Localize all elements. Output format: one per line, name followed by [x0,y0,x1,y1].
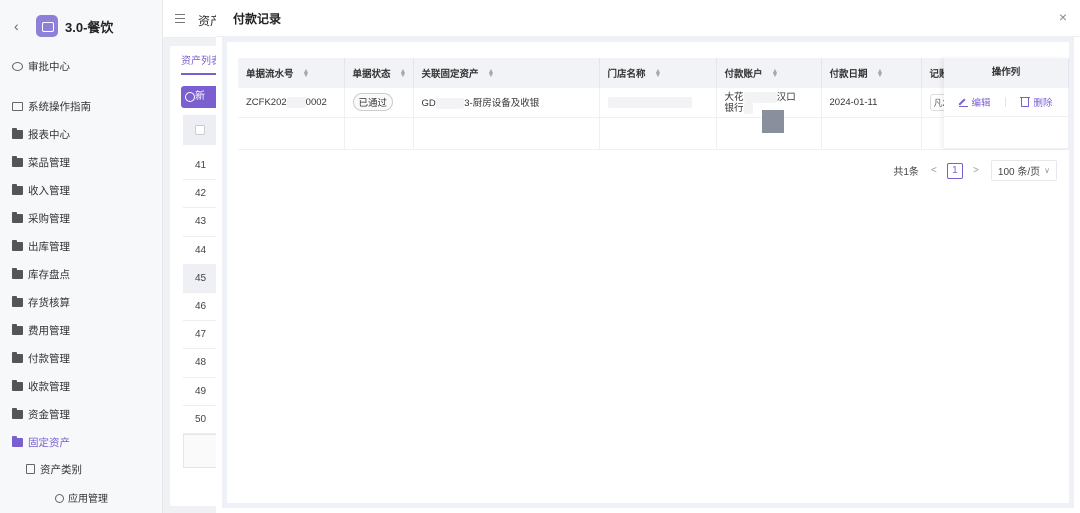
brand: ‹ 3.0-餐饮 [0,0,162,52]
page-number-current[interactable]: 1 [946,162,963,179]
table-row[interactable]: 48 [183,349,220,378]
sidebar-item-reports[interactable]: 报表中心 [0,120,162,148]
folder-icon [12,239,23,251]
app-logo-icon [36,15,58,37]
sidebar-item-costing[interactable]: 存货核算 [0,288,162,316]
sort-icon[interactable]: ▲ ▼ [303,68,310,79]
sidebar-item-fixed-assets[interactable]: 固定资产 [0,428,162,456]
column-header-status[interactable]: 单据状态 ▲ ▼ [344,58,414,88]
pencil-icon [959,98,969,107]
table-row[interactable]: 46 [183,293,220,322]
modal-header: 付款记录 × [216,0,1080,37]
cell-date: 2024-01-11 [821,88,922,118]
sidebar-item-outbound[interactable]: 出库管理 [0,232,162,260]
pagination: 共1条 < 1 > 100 条/页 ∨ [893,160,1057,181]
sort-icon[interactable]: ▲ ▼ [655,68,662,79]
folder-icon [12,127,23,139]
folder-icon [12,267,23,279]
app-title: 3.0-餐饮 [65,19,114,35]
table-row[interactable]: 42 [183,180,220,209]
chevron-down-icon: ∨ [1044,166,1050,175]
cell-status: 已通过 [344,88,414,118]
status-badge: 已通过 [352,93,394,112]
document-icon [26,464,35,474]
sidebar-item-payment[interactable]: 付款管理 [0,344,162,372]
sidebar-item-inventory[interactable]: 库存盘点 [0,260,162,288]
sidebar-item-receipt[interactable]: 收款管理 [0,372,162,400]
row-actions: 编辑 删除 [944,88,1068,117]
background-table-footer [183,434,220,468]
close-icon[interactable]: × [1056,10,1070,24]
sidebar-item-purchase[interactable]: 采购管理 [0,204,162,232]
table-row[interactable]: 50 [183,406,220,434]
user-icon [12,61,23,71]
folder-icon [12,183,23,195]
table-row[interactable]: 41 [183,152,220,181]
page-size-select[interactable]: 100 条/页 ∨ [990,160,1057,181]
divider [1005,97,1007,107]
folder-icon [12,351,23,363]
sidebar-item-guide[interactable]: 系统操作指南 [0,92,162,120]
sidebar-subitem-asset-category[interactable]: 资产类别 [0,456,162,482]
table-row[interactable]: 49 [183,378,220,406]
redaction-block [762,110,784,133]
sort-icon[interactable]: ▲ ▼ [400,68,407,79]
gear-icon [55,494,64,503]
cell-asset: GDxxxxxx3-厨房设备及收银 [413,88,600,118]
modal-title: 付款记录 [233,11,282,26]
edit-button[interactable]: 编辑 [959,95,991,109]
column-header-store[interactable]: 门店名称 ▲ ▼ [599,58,717,88]
new-button[interactable]: 新 [181,86,221,108]
table-row[interactable]: 47 [183,321,220,350]
folder-icon [12,211,23,223]
payment-table: 单据流水号 ▲ ▼ 单据状态 ▲ ▼ 关联固定资产 ▲ ▼ 门店名称 ▲ ▼ 付款账户 ▲ ▼ 付款… [238,58,1069,150]
cell-store [599,88,717,118]
payment-records-modal: 付款记录 × 单据流水号 ▲ ▼ 单据状态 ▲ ▼ 关联固定资产 ▲ ▼ 门店名称 ▲ ▼ 付款 [216,0,1080,513]
sort-icon[interactable]: ▲ ▼ [877,68,884,79]
column-header-account[interactable]: 付款账户 ▲ ▼ [716,58,822,88]
folder-icon [12,155,23,167]
folder-icon [12,323,23,335]
next-page-button[interactable]: > [969,165,983,176]
sidebar: ‹ 3.0-餐饮 审批中心 系统操作指南 报表中心 菜品管理 收入管理 采购管理… [0,0,163,513]
sidebar-item-income[interactable]: 收入管理 [0,176,162,204]
select-all-checkbox[interactable] [195,125,205,135]
folder-open-icon [12,435,23,447]
column-header-serial[interactable]: 单据流水号 ▲ ▼ [238,58,345,88]
menu-collapse-icon[interactable] [175,14,185,23]
operations-column: 操作列 编辑 删除 [944,58,1068,149]
sidebar-item-app-management[interactable]: 应用管理 [0,490,163,505]
table-row[interactable]: 43 [183,208,220,237]
sidebar-item-funds[interactable]: 资金管理 [0,400,162,428]
delete-button[interactable]: 删除 [1020,95,1052,109]
table-row[interactable]: 44 [183,237,220,265]
back-arrow-icon[interactable]: ‹ [14,18,30,34]
pagination-total: 共1条 [893,167,919,178]
sidebar-item-dishes[interactable]: 菜品管理 [0,148,162,176]
trash-icon [1020,96,1031,107]
background-table-header [183,115,220,145]
background-table-rows: 41 42 43 44 45 46 47 48 49 50 [183,152,220,434]
modal-content: 单据流水号 ▲ ▼ 单据状态 ▲ ▼ 关联固定资产 ▲ ▼ 门店名称 ▲ ▼ 付款账户 ▲ ▼ 付款… [227,42,1069,503]
folder-icon [12,379,23,391]
folder-icon [12,295,23,307]
sort-icon[interactable]: ▲ ▼ [488,68,495,79]
tab-asset-list[interactable]: 资产列表 [181,52,221,75]
cell-serial: ZCFK202xxxx0002 [238,88,345,118]
sidebar-item-expense[interactable]: 费用管理 [0,316,162,344]
column-header-ops: 操作列 [944,58,1068,88]
sort-icon[interactable]: ▲ ▼ [772,68,779,79]
modal-body: 单据流水号 ▲ ▼ 单据状态 ▲ ▼ 关联固定资产 ▲ ▼ 门店名称 ▲ ▼ 付款账户 ▲ ▼ 付款… [222,37,1074,508]
table-row[interactable]: 45 [183,264,220,293]
folder-icon [12,407,23,419]
column-header-date[interactable]: 付款日期 ▲ ▼ [821,58,922,88]
prev-page-button[interactable]: < [927,165,941,176]
sidebar-item-approval[interactable]: 审批中心 [0,52,162,80]
column-header-asset[interactable]: 关联固定资产 ▲ ▼ [413,58,600,88]
document-icon [12,101,23,111]
